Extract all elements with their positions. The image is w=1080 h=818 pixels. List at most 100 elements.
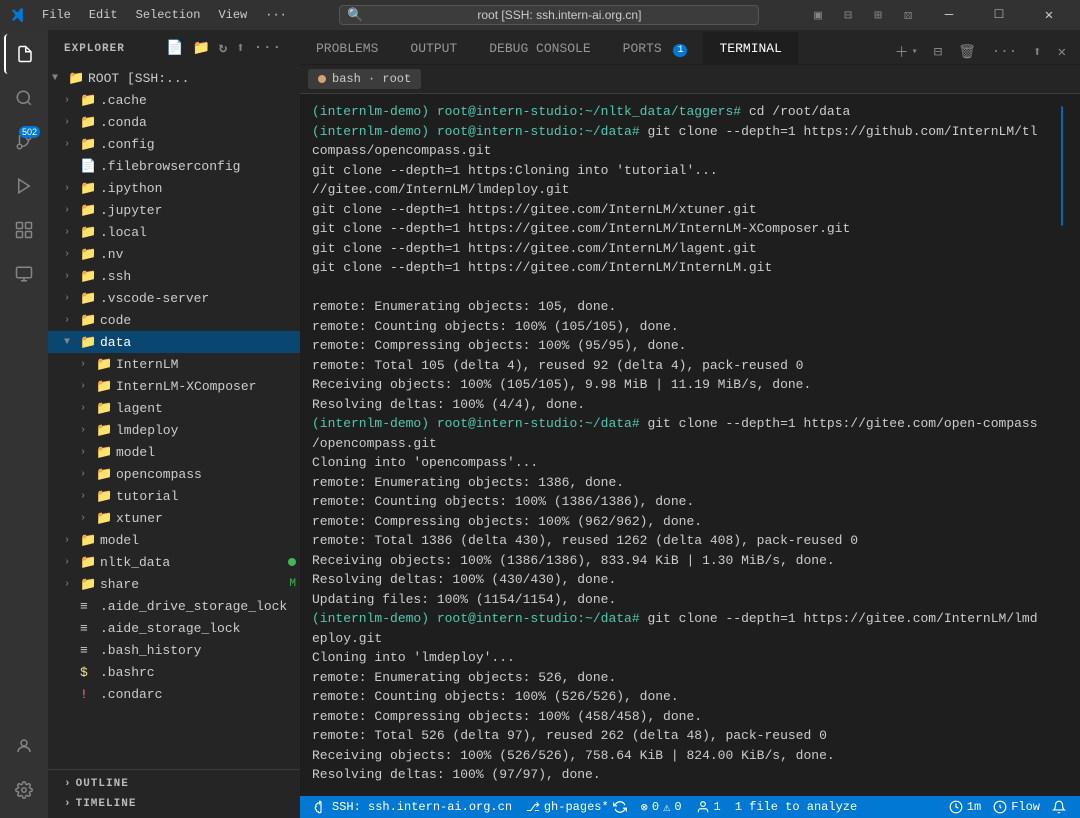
tree-item-ssh[interactable]: › 📁 .ssh — [48, 265, 300, 287]
sidebar: EXPLORER 📄 📁 ↻ ⬆ ··· ▼ 📁 ROOT [SSH:... ›… — [48, 30, 300, 818]
tree-item-condarc[interactable]: ! .condarc — [48, 683, 300, 705]
status-users[interactable]: 1 — [690, 796, 727, 818]
term-line: remote: Compressing objects: 100% (962/9… — [312, 512, 1056, 532]
tree-item-bash-history[interactable]: ≡ .bash_history — [48, 639, 300, 661]
layout-btn-3[interactable]: ⊞ — [864, 5, 892, 25]
tree-item-lagent[interactable]: › 📁 lagent — [48, 397, 300, 419]
outline-section[interactable]: › OUTLINE — [48, 774, 300, 794]
activity-source-control[interactable]: 502 — [4, 122, 44, 162]
status-time[interactable]: 1m — [943, 796, 987, 818]
tab-terminal[interactable]: TERMINAL — [703, 32, 797, 64]
status-errors[interactable]: ⊗ 0 ⚠ 0 — [635, 796, 688, 818]
tree-item-ipython[interactable]: › 📁 .ipython — [48, 177, 300, 199]
activity-settings[interactable] — [4, 770, 44, 810]
split-terminal-btn[interactable]: ⊟ — [928, 42, 948, 63]
root-label: ROOT [SSH:... — [88, 71, 296, 86]
term-line: compass/opencompass.git — [312, 141, 1056, 161]
tree-item-model-sub[interactable]: › 📁 model — [48, 441, 300, 463]
error-icon: ⊗ — [641, 800, 648, 815]
activity-remote-explorer[interactable] — [4, 254, 44, 294]
new-terminal-btn[interactable]: ＋ ▾ — [889, 40, 924, 64]
term-line: git clone --depth=1 https://gitee.com/In… — [312, 200, 1056, 220]
tree-item-opencompass[interactable]: › 📁 opencompass — [48, 463, 300, 485]
tree-item-local[interactable]: › 📁 .local — [48, 221, 300, 243]
term-line: remote: Total 526 (delta 97), reused 262… — [312, 726, 1056, 746]
term-line: remote: Total 1386 (delta 430), reused 1… — [312, 531, 1056, 551]
status-analyze[interactable]: 1 file to analyze — [729, 796, 863, 818]
activity-run[interactable] — [4, 166, 44, 206]
tree-item-share[interactable]: › 📁 share M — [48, 573, 300, 595]
person-icon — [696, 800, 710, 814]
tree-item-code[interactable]: › 📁 code — [48, 309, 300, 331]
term-line: (internlm-demo) root@intern-studio:~/dat… — [312, 609, 1056, 629]
status-branch[interactable]: ⎇ gh-pages* — [520, 796, 633, 818]
activity-search[interactable] — [4, 78, 44, 118]
tab-problems[interactable]: PROBLEMS — [300, 32, 394, 64]
menu-view[interactable]: View — [210, 6, 255, 24]
tree-item-config[interactable]: › 📁 .config — [48, 133, 300, 155]
source-control-badge: 502 — [19, 126, 40, 138]
activity-extensions[interactable] — [4, 210, 44, 250]
tree-item-xtuner[interactable]: › 📁 xtuner — [48, 507, 300, 529]
bell-icon — [1052, 800, 1066, 814]
tree-item-aide-drive[interactable]: ≡ .aide_drive_storage_lock — [48, 595, 300, 617]
layout-btn-2[interactable]: ⊟ — [834, 5, 862, 25]
timeline-section[interactable]: › TIMELINE — [48, 794, 300, 814]
refresh-icon[interactable]: ↻ — [217, 38, 230, 59]
tree-item-data[interactable]: ▼ 📁 data — [48, 331, 300, 353]
kill-terminal-btn[interactable]: 🗑 — [952, 42, 982, 63]
terminal-body[interactable]: (internlm-demo) root@intern-studio:~/nlt… — [300, 94, 1080, 796]
menu-edit[interactable]: Edit — [81, 6, 126, 24]
tree-item-filebrowserconfig[interactable]: 📄 .filebrowserconfig — [48, 155, 300, 177]
more-icon[interactable]: ··· — [252, 38, 284, 59]
tree-item-cache[interactable]: › 📁 .cache — [48, 89, 300, 111]
tree-item-nv[interactable]: › 📁 .nv — [48, 243, 300, 265]
tree-item-conda[interactable]: › 📁 .conda — [48, 111, 300, 133]
layout-btn-1[interactable]: ▣ — [804, 5, 832, 25]
tree-item-model[interactable]: › 📁 model — [48, 529, 300, 551]
term-line: git clone --depth=1 https://gitee.com/In… — [312, 239, 1056, 259]
new-file-icon[interactable]: 📄 — [164, 38, 186, 59]
menu-file[interactable]: File — [34, 6, 79, 24]
status-notifications[interactable] — [1046, 796, 1072, 818]
tree-item-bashrc[interactable]: $ .bashrc — [48, 661, 300, 683]
status-remote[interactable]: SSH: ssh.intern-ai.org.cn — [308, 796, 518, 818]
menu-more[interactable]: ··· — [257, 6, 295, 24]
tree-item-tutorial[interactable]: › 📁 tutorial — [48, 485, 300, 507]
tree-item-lmdeploy[interactable]: › 📁 lmdeploy — [48, 419, 300, 441]
term-line: Updating files: 100% (1154/1154), done. — [312, 590, 1056, 610]
tab-debug-console[interactable]: DEBUG CONSOLE — [473, 32, 606, 64]
status-flow[interactable]: Flow — [987, 796, 1046, 818]
sync-icon — [613, 800, 627, 814]
tree-item-nltk-data[interactable]: › 📁 nltk_data — [48, 551, 300, 573]
flow-icon — [993, 800, 1007, 814]
layout-btn-4[interactable]: ⚄ — [894, 5, 922, 25]
new-folder-icon[interactable]: 📁 — [190, 38, 212, 59]
terminal-instance-bash-root[interactable]: bash · root — [308, 69, 421, 89]
tree-root[interactable]: ▼ 📁 ROOT [SSH:... — [48, 67, 300, 89]
tab-output[interactable]: OUTPUT — [394, 32, 473, 64]
term-line: Updating files: 100% (455/455), done. — [312, 785, 1056, 789]
tree-item-jupyter[interactable]: › 📁 .jupyter — [48, 199, 300, 221]
activity-accounts[interactable] — [4, 726, 44, 766]
term-line: (internlm-demo) root@intern-studio:~/dat… — [312, 122, 1056, 142]
term-line: remote: Counting objects: 100% (526/526)… — [312, 687, 1056, 707]
collapse-icon[interactable]: ⬆ — [234, 38, 247, 59]
more-terminal-btn[interactable]: ··· — [986, 42, 1023, 62]
activity-explorer[interactable] — [4, 34, 44, 74]
term-line: Cloning into 'lmdeploy'... — [312, 648, 1056, 668]
menu-selection[interactable]: Selection — [128, 6, 209, 24]
maximize-panel-btn[interactable]: ⬆ — [1027, 42, 1047, 63]
tab-ports[interactable]: PORTS 1 — [607, 32, 704, 64]
tree-item-vscode-server[interactable]: › 📁 .vscode-server — [48, 287, 300, 309]
maximize-button[interactable]: □ — [976, 0, 1022, 30]
term-line: remote: Enumerating objects: 105, done. — [312, 297, 1056, 317]
close-button[interactable]: ✕ — [1026, 0, 1072, 30]
tree-item-internlm-xcomposer[interactable]: › 📁 InternLM-XComposer — [48, 375, 300, 397]
tree-item-aide-storage[interactable]: ≡ .aide_storage_lock — [48, 617, 300, 639]
time-label: 1m — [967, 800, 981, 814]
close-panel-btn[interactable]: ✕ — [1052, 42, 1072, 63]
minimize-button[interactable]: — — [926, 0, 972, 30]
tree-item-internlm[interactable]: › 📁 InternLM — [48, 353, 300, 375]
search-input[interactable] — [339, 5, 759, 25]
